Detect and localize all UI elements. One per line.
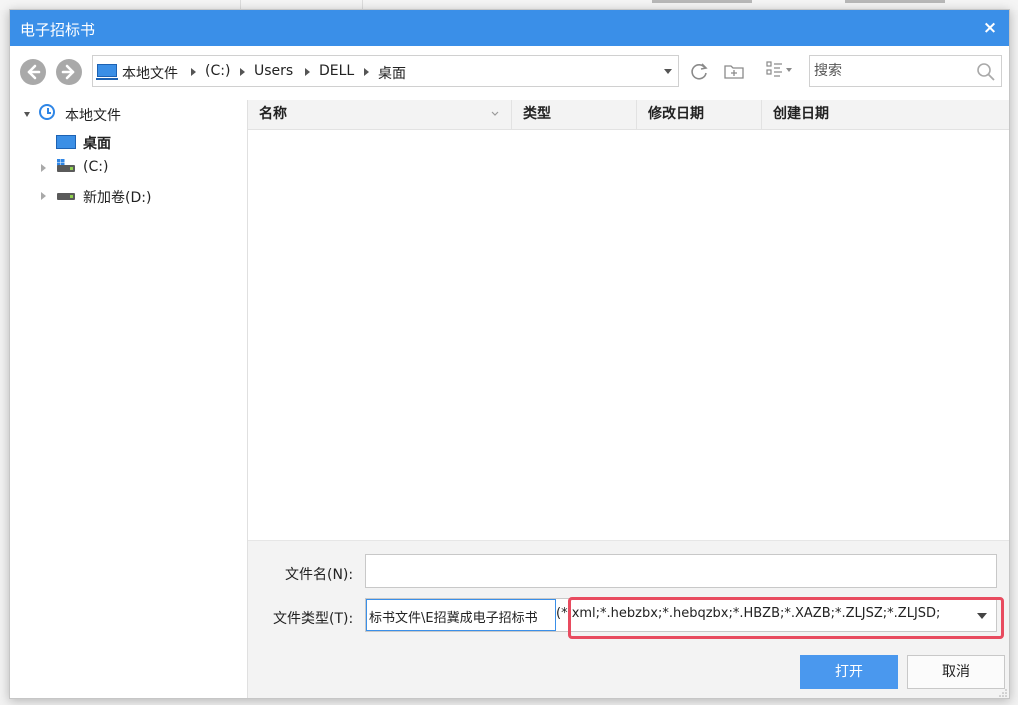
column-header-created[interactable]: 创建日期 bbox=[761, 100, 1009, 129]
filename-label: 文件名(N): bbox=[285, 567, 354, 583]
view-options-button[interactable] bbox=[765, 58, 793, 82]
desktop-icon bbox=[56, 135, 76, 149]
file-open-dialog: 电子招标书 × 本地文件 (C:) Users DELL 桌面 搜索 本地文件 … bbox=[9, 9, 1010, 699]
arrow-right-icon bbox=[61, 64, 75, 80]
breadcrumb-separator-icon[interactable] bbox=[364, 68, 369, 76]
file-selection-panel: 文件名(N): 文件类型(T): 标书文件\E招冀成电子招标书 (*.xml;*… bbox=[248, 540, 1009, 698]
open-button[interactable]: 打开 bbox=[800, 655, 898, 689]
navigation-pane: 本地文件 桌面 (C:) 新加卷(D:) bbox=[10, 100, 248, 698]
back-button[interactable] bbox=[20, 59, 46, 85]
column-header-label: 名称 bbox=[259, 106, 287, 122]
column-header-name[interactable]: 名称 bbox=[248, 100, 511, 129]
breadcrumb-separator-icon[interactable] bbox=[305, 68, 310, 76]
tree-item-desktop[interactable]: 桌面 bbox=[10, 130, 247, 154]
tree-item-d-drive[interactable]: 新加卷(D:) bbox=[10, 184, 247, 208]
tree-item-label: 新加卷(D:) bbox=[83, 190, 152, 206]
windows-drive-icon bbox=[57, 165, 75, 172]
column-header-modified[interactable]: 修改日期 bbox=[636, 100, 761, 129]
computer-icon bbox=[96, 64, 118, 80]
column-header-label: 修改日期 bbox=[648, 106, 704, 122]
dialog-title: 电子招标书 bbox=[20, 21, 96, 39]
background-ghost-text bbox=[652, 0, 752, 3]
breadcrumb-desktop[interactable]: 桌面 bbox=[378, 63, 406, 83]
tree-item-c-drive[interactable]: (C:) bbox=[10, 156, 247, 180]
breadcrumb-separator-icon[interactable] bbox=[240, 68, 245, 76]
new-folder-button[interactable] bbox=[723, 61, 745, 81]
column-header-label: 创建日期 bbox=[773, 106, 829, 122]
refresh-button[interactable] bbox=[688, 60, 710, 82]
dialog-titlebar: 电子招标书 × bbox=[10, 10, 1009, 46]
background-ghost-text bbox=[845, 0, 945, 3]
arrow-left-icon bbox=[27, 64, 41, 80]
address-dropdown-icon[interactable] bbox=[664, 69, 672, 74]
search-input[interactable] bbox=[812, 60, 966, 82]
tree-item-label: 本地文件 bbox=[65, 108, 121, 124]
close-button[interactable]: × bbox=[977, 15, 1003, 41]
breadcrumb-users[interactable]: Users bbox=[254, 63, 293, 79]
filetype-selected-field[interactable]: 标书文件\E招冀成电子招标书 bbox=[366, 599, 556, 631]
sort-chevron-icon bbox=[491, 111, 499, 116]
breadcrumb-separator-icon[interactable] bbox=[191, 68, 196, 76]
search-icon[interactable] bbox=[975, 61, 997, 83]
tree-item-label: (C:) bbox=[83, 159, 109, 175]
address-bar[interactable]: 本地文件 (C:) Users DELL 桌面 bbox=[92, 55, 679, 87]
collapse-arrow-icon[interactable] bbox=[24, 112, 30, 117]
column-header-type[interactable]: 类型 bbox=[511, 100, 636, 129]
tree-item-local-files[interactable]: 本地文件 bbox=[10, 102, 247, 126]
filetype-patterns: (*.xml;*.hebzbx;*.hebqzbx;*.HBZB;*.XAZB;… bbox=[556, 606, 941, 621]
drive-icon bbox=[57, 193, 75, 200]
filetype-dropdown[interactable]: 标书文件\E招冀成电子招标书 (*.xml;*.hebzbx;*.hebqzbx… bbox=[365, 598, 997, 632]
search-box[interactable] bbox=[809, 55, 1002, 87]
filetype-label: 文件类型(T): bbox=[273, 611, 354, 627]
cancel-button[interactable]: 取消 bbox=[907, 655, 1005, 689]
file-list-header: 名称 类型 修改日期 创建日期 bbox=[248, 100, 1009, 130]
dropdown-arrow-icon[interactable] bbox=[977, 613, 987, 619]
clock-icon bbox=[39, 104, 55, 120]
breadcrumb-c-drive[interactable]: (C:) bbox=[205, 63, 230, 79]
filetype-name: 标书文件\E招冀成电子招标书 bbox=[369, 611, 538, 626]
breadcrumb-dell[interactable]: DELL bbox=[319, 63, 354, 79]
resize-grip-icon[interactable] bbox=[999, 689, 1007, 697]
file-list[interactable]: 名称 类型 修改日期 创建日期 bbox=[248, 100, 1009, 540]
expand-arrow-icon[interactable] bbox=[41, 192, 46, 200]
column-header-label: 类型 bbox=[523, 106, 551, 122]
tree-item-label: 桌面 bbox=[83, 136, 111, 152]
forward-button[interactable] bbox=[56, 59, 82, 85]
filename-input[interactable] bbox=[365, 554, 997, 588]
breadcrumb-local-files[interactable]: 本地文件 bbox=[122, 63, 178, 83]
navigation-toolbar: 本地文件 (C:) Users DELL 桌面 bbox=[10, 46, 1009, 100]
expand-arrow-icon[interactable] bbox=[41, 164, 46, 172]
